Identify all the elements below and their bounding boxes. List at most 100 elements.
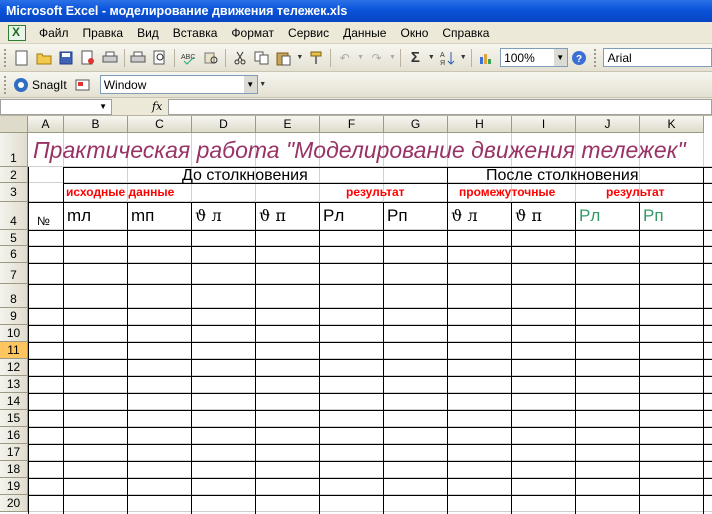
- table-border: [511, 202, 512, 514]
- menu-insert[interactable]: Вставка: [166, 26, 225, 40]
- row-header-8[interactable]: 8: [0, 284, 28, 308]
- row-header-19[interactable]: 19: [0, 478, 28, 495]
- cut-icon[interactable]: [230, 48, 250, 68]
- table-border: [28, 444, 712, 445]
- column-header-g[interactable]: G: [384, 116, 448, 133]
- row-header-15[interactable]: 15: [0, 410, 28, 427]
- window-title-bar[interactable]: Microsoft Excel - моделирование движения…: [0, 0, 712, 22]
- standard-toolbar: ABC ▼ ↶ ▼ ↷ ▼ Σ ▼ AЯ ▼ 100% ▼ ? Arial: [0, 44, 712, 72]
- autosum-icon[interactable]: Σ: [405, 48, 425, 68]
- row-header-11[interactable]: 11: [0, 342, 28, 359]
- table-border: [28, 202, 712, 203]
- column-header-c[interactable]: C: [128, 116, 192, 133]
- snagit-capture-mode-select[interactable]: Window ▼: [99, 75, 258, 94]
- column-header-e[interactable]: E: [256, 116, 320, 133]
- formula-input[interactable]: [168, 99, 712, 115]
- snagit-button[interactable]: SnagIt: [13, 77, 67, 93]
- paste-dropdown-icon[interactable]: ▼: [296, 48, 304, 68]
- menu-data[interactable]: Данные: [336, 26, 393, 40]
- table-border: [191, 202, 192, 514]
- row-header-1[interactable]: 1: [0, 133, 28, 167]
- zoom-select[interactable]: 100% ▼: [500, 48, 568, 67]
- sort-descending-dropdown-icon[interactable]: ▼: [459, 48, 467, 68]
- table-border: [28, 325, 712, 326]
- toolbar-grip[interactable]: [593, 48, 597, 67]
- row-header-20[interactable]: 20: [0, 495, 28, 512]
- new-file-icon[interactable]: [12, 48, 32, 68]
- menu-view[interactable]: Вид: [130, 26, 166, 40]
- row-header-7[interactable]: 7: [0, 263, 28, 284]
- snagit-settings-icon[interactable]: [73, 75, 93, 95]
- print-preview-icon[interactable]: [129, 48, 149, 68]
- row-header-2[interactable]: 2: [0, 167, 28, 183]
- research-icon[interactable]: [201, 48, 221, 68]
- row-header-16[interactable]: 16: [0, 427, 28, 444]
- toolbar-grip[interactable]: [4, 48, 7, 67]
- undo-dropdown-icon[interactable]: ▼: [357, 48, 365, 68]
- toolbar-grip[interactable]: [4, 75, 7, 94]
- chevron-down-icon[interactable]: ▼: [243, 76, 257, 93]
- toolbar-separator: [225, 48, 227, 67]
- toolbar-options-icon[interactable]: ▼: [259, 75, 267, 95]
- snagit-toolbar: SnagIt Window ▼ ▼: [0, 72, 712, 98]
- autosum-dropdown-icon[interactable]: ▼: [427, 48, 435, 68]
- column-header-a[interactable]: A: [28, 116, 64, 133]
- menu-tools[interactable]: Сервис: [281, 26, 336, 40]
- row-header-18[interactable]: 18: [0, 461, 28, 478]
- preview-magnifier-icon[interactable]: [150, 48, 170, 68]
- row-header-14[interactable]: 14: [0, 393, 28, 410]
- row-header-10[interactable]: 10: [0, 325, 28, 342]
- column-header-f[interactable]: F: [320, 116, 384, 133]
- row-header-13[interactable]: 13: [0, 376, 28, 393]
- print-icon[interactable]: [100, 48, 120, 68]
- save-icon[interactable]: [56, 48, 76, 68]
- format-painter-icon[interactable]: [306, 48, 326, 68]
- result-label: результат: [346, 185, 405, 199]
- row-header-5[interactable]: 5: [0, 230, 28, 246]
- redo-dropdown-icon[interactable]: ▼: [389, 48, 397, 68]
- spelling-icon[interactable]: ABC: [179, 48, 199, 68]
- table-border: [639, 202, 640, 514]
- row-header-12[interactable]: 12: [0, 359, 28, 376]
- copy-icon[interactable]: [252, 48, 272, 68]
- insert-function-icon[interactable]: fx: [152, 100, 162, 113]
- column-header-k[interactable]: K: [640, 116, 704, 133]
- paste-icon[interactable]: [274, 48, 294, 68]
- column-header-j[interactable]: J: [576, 116, 640, 133]
- menu-format[interactable]: Формат: [224, 26, 281, 40]
- row-header-6[interactable]: 6: [0, 246, 28, 263]
- name-box[interactable]: ▼: [0, 98, 112, 115]
- row-header-4[interactable]: 4: [0, 202, 28, 230]
- table-border: [28, 495, 712, 496]
- undo-icon[interactable]: ↶: [335, 48, 355, 68]
- chevron-down-icon[interactable]: ▼: [553, 49, 567, 66]
- row-header-3[interactable]: 3: [0, 183, 28, 202]
- column-header-b[interactable]: B: [64, 116, 128, 133]
- sort-ascending-icon[interactable]: AЯ: [437, 48, 457, 68]
- menu-window[interactable]: Окно: [393, 26, 435, 40]
- select-all-corner[interactable]: [0, 116, 28, 133]
- svg-text:A: A: [440, 52, 445, 59]
- column-label-i: ϑ п: [515, 206, 543, 225]
- toolbar-separator: [329, 48, 331, 67]
- number-sign-header: №: [37, 214, 50, 228]
- row-header-9[interactable]: 9: [0, 308, 28, 325]
- excel-app-icon[interactable]: [8, 24, 26, 41]
- worksheet-grid[interactable]: A B C D E F G H I J K 1 2 3 4 5 6 7 8 9 10 11 12 13 14 15 16 17 18 19…: [0, 116, 712, 514]
- column-header-h[interactable]: H: [448, 116, 512, 133]
- column-header-d[interactable]: D: [192, 116, 256, 133]
- column-header-i[interactable]: I: [512, 116, 576, 133]
- redo-icon[interactable]: ↷: [367, 48, 387, 68]
- help-icon[interactable]: ?: [569, 48, 589, 68]
- formula-bar: ▼ fx: [0, 98, 712, 116]
- font-name-select[interactable]: Arial: [602, 48, 712, 67]
- open-folder-icon[interactable]: [34, 48, 54, 68]
- row-header-17[interactable]: 17: [0, 444, 28, 461]
- snagit-icon: [14, 77, 28, 92]
- menu-edit[interactable]: Правка: [76, 26, 131, 40]
- menu-help[interactable]: Справка: [435, 26, 496, 40]
- chevron-down-icon[interactable]: ▼: [99, 102, 107, 111]
- menu-file[interactable]: Файл: [32, 26, 76, 40]
- chart-wizard-icon[interactable]: [476, 48, 496, 68]
- permission-icon[interactable]: [78, 48, 98, 68]
